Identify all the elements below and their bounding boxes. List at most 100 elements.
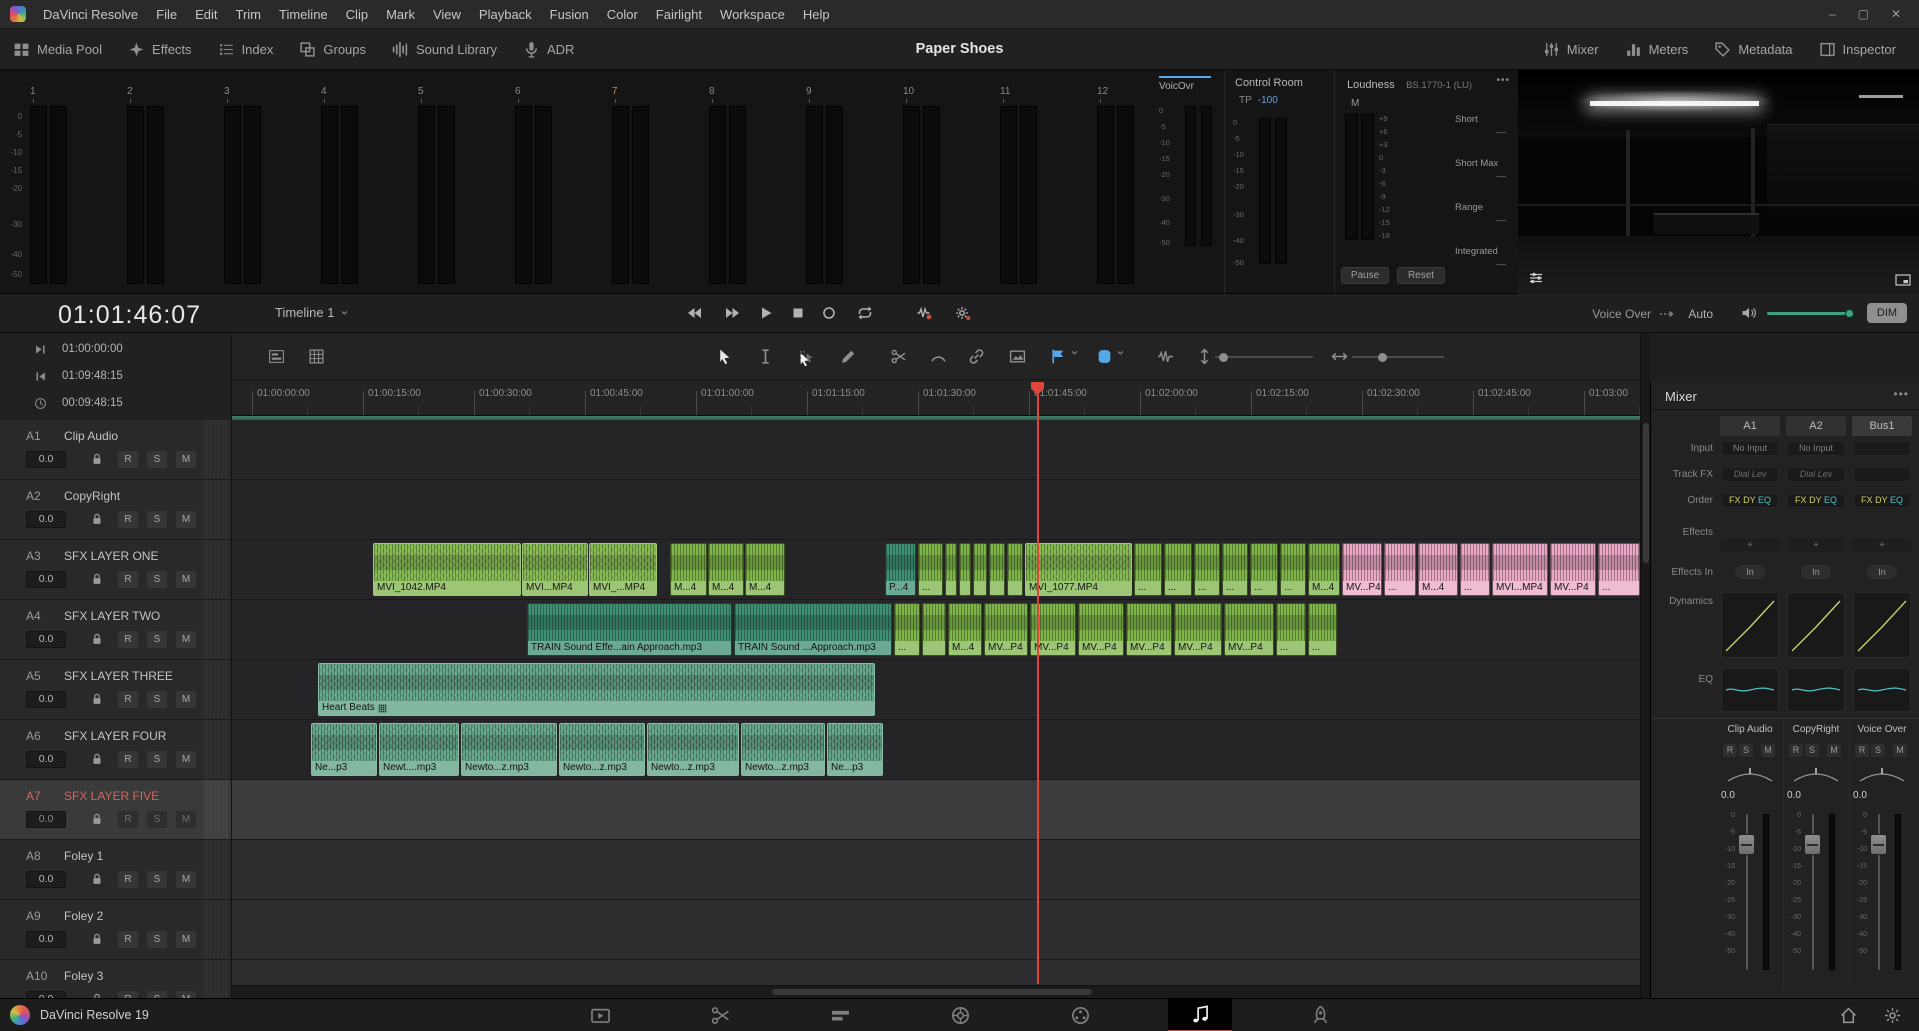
track-name[interactable]: SFX LAYER ONE bbox=[64, 549, 158, 563]
audio-clip[interactable]: Ne...p3 bbox=[827, 723, 883, 776]
menu-file[interactable]: File bbox=[147, 0, 186, 29]
reset-button[interactable]: Reset bbox=[1397, 267, 1445, 284]
track-record-arm-button[interactable]: R bbox=[118, 811, 138, 828]
track-name[interactable]: SFX LAYER THREE bbox=[64, 669, 173, 683]
audio-clip[interactable]: ... bbox=[1134, 543, 1162, 596]
audio-clip[interactable]: Heart Beats bbox=[318, 663, 875, 716]
strip-gain-value[interactable]: 0.0 bbox=[1721, 790, 1735, 801]
audio-clip[interactable]: Ne...p3 bbox=[311, 723, 377, 776]
track-header-a10[interactable]: A10Foley 30.0RSM bbox=[0, 960, 232, 998]
track-solo-button[interactable]: S bbox=[147, 811, 167, 828]
track-gain-value[interactable]: 0.0 bbox=[26, 931, 66, 948]
page-fusion[interactable] bbox=[928, 999, 992, 1031]
track-mute-button[interactable]: M bbox=[176, 811, 196, 828]
strip-mute-button[interactable]: M bbox=[1761, 744, 1775, 757]
track-lane-a3[interactable]: MVI_1042.MP4MVI...MP4MVI_...MP4M...4M...… bbox=[232, 540, 1640, 600]
lock-icon[interactable] bbox=[90, 872, 104, 886]
automation-strip[interactable] bbox=[203, 960, 228, 998]
track-lane-a4[interactable]: TRAIN Sound Effe...ain Approach.mp3TRAIN… bbox=[232, 600, 1640, 660]
effects-in-button[interactable]: In bbox=[1735, 565, 1765, 579]
flag-icon[interactable] bbox=[1050, 348, 1067, 365]
fader-handle[interactable] bbox=[1870, 834, 1887, 855]
track-mute-button[interactable]: M bbox=[176, 871, 196, 888]
audio-clip[interactable]: M...4 bbox=[1308, 543, 1340, 596]
track-mute-button[interactable]: M bbox=[176, 691, 196, 708]
strip-record-button[interactable]: R bbox=[1855, 744, 1869, 757]
audio-clip[interactable]: M...4 bbox=[708, 543, 744, 596]
audio-clip[interactable]: MV...P4 bbox=[1342, 543, 1382, 596]
strip-mute-button[interactable]: M bbox=[1893, 744, 1907, 757]
picture-in-picture-icon[interactable] bbox=[1895, 272, 1911, 288]
track-solo-button[interactable]: S bbox=[147, 571, 167, 588]
pan-control[interactable] bbox=[1855, 766, 1909, 784]
fast-forward-button[interactable] bbox=[725, 305, 741, 321]
audio-clip[interactable] bbox=[1007, 543, 1023, 596]
track-mute-button[interactable]: M bbox=[176, 511, 196, 528]
fader-handle[interactable] bbox=[1738, 834, 1755, 855]
audio-clip[interactable]: Newto...z.mp3 bbox=[559, 723, 645, 776]
loudness-menu-icon[interactable]: ••• bbox=[1496, 75, 1510, 86]
page-fairlight[interactable] bbox=[1168, 999, 1232, 1031]
audio-clip[interactable]: ... bbox=[1384, 543, 1416, 596]
menu-davinci-resolve[interactable]: DaVinci Resolve bbox=[34, 0, 147, 29]
track-mute-button[interactable]: M bbox=[176, 571, 196, 588]
automation-strip[interactable] bbox=[203, 840, 228, 899]
page-edit[interactable] bbox=[808, 999, 872, 1031]
toolbar-button-meters[interactable]: Meters bbox=[1612, 29, 1702, 69]
dim-button[interactable]: DIM bbox=[1867, 303, 1907, 323]
timeline-ruler[interactable]: 01:00:00:0001:00:15:0001:00:30:0001:00:4… bbox=[232, 380, 1640, 416]
audio-clip[interactable]: ... bbox=[1308, 603, 1337, 656]
audio-clip[interactable]: ... bbox=[1194, 543, 1220, 596]
audio-clip[interactable] bbox=[922, 603, 946, 656]
menu-trim[interactable]: Trim bbox=[227, 0, 271, 29]
automation-strip[interactable] bbox=[203, 480, 228, 539]
speaker-icon[interactable] bbox=[1741, 305, 1757, 321]
add-effect-slot[interactable]: + bbox=[1853, 539, 1911, 552]
scrollbar-handle[interactable] bbox=[772, 989, 1092, 995]
audio-clip[interactable] bbox=[989, 543, 1005, 596]
lock-icon[interactable] bbox=[90, 632, 104, 646]
track-lane-a2[interactable] bbox=[232, 480, 1640, 540]
strip-record-button[interactable]: R bbox=[1789, 744, 1803, 757]
effects-in-button[interactable]: In bbox=[1867, 565, 1897, 579]
menu-clip[interactable]: Clip bbox=[337, 0, 377, 29]
track-gain-value[interactable]: 0.0 bbox=[26, 451, 66, 468]
audio-clip[interactable]: MVI...MP4 bbox=[1492, 543, 1548, 596]
audio-clip[interactable]: TRAIN Sound ...Approach.mp3 bbox=[734, 603, 892, 656]
lock-icon[interactable] bbox=[90, 932, 104, 946]
track-solo-button[interactable]: S bbox=[147, 991, 167, 998]
audio-clip[interactable]: M...4 bbox=[948, 603, 982, 656]
menu-fusion[interactable]: Fusion bbox=[541, 0, 598, 29]
track-name[interactable]: Clip Audio bbox=[64, 429, 118, 443]
home-icon[interactable] bbox=[1840, 1007, 1857, 1024]
track-record-arm-button[interactable]: R bbox=[118, 451, 138, 468]
track-lane-a6[interactable]: Ne...p3Newt....mp3Newto...z.mp3Newto...z… bbox=[232, 720, 1640, 780]
dynamics-graph[interactable] bbox=[1721, 592, 1779, 658]
maximize-button[interactable]: ▢ bbox=[1858, 7, 1869, 21]
audio-clip[interactable] bbox=[973, 543, 987, 596]
track-name[interactable]: Foley 1 bbox=[64, 849, 103, 863]
waveform-view-icon[interactable] bbox=[1157, 348, 1174, 365]
skipend-icon[interactable] bbox=[34, 343, 47, 356]
track-gain-value[interactable]: 0.0 bbox=[26, 811, 66, 828]
mixer-channel-tab-a2[interactable]: A2 bbox=[1786, 416, 1846, 436]
page-media[interactable] bbox=[568, 999, 632, 1031]
track-name[interactable]: Foley 2 bbox=[64, 909, 103, 923]
horizontal-zoom-icon[interactable] bbox=[1331, 348, 1348, 365]
skipstart-icon[interactable] bbox=[34, 370, 47, 383]
automation-strip[interactable] bbox=[203, 720, 228, 779]
track-record-arm-button[interactable]: R bbox=[118, 631, 138, 648]
track-solo-button[interactable]: S bbox=[147, 691, 167, 708]
track-name[interactable]: SFX LAYER FIVE bbox=[64, 789, 159, 803]
track-mute-button[interactable]: M bbox=[176, 631, 196, 648]
strip-gain-value[interactable]: 0.0 bbox=[1787, 790, 1801, 801]
menu-help[interactable]: Help bbox=[794, 0, 839, 29]
vertical-zoom-icon[interactable] bbox=[1196, 348, 1213, 365]
audio-clip[interactable]: MVI...MP4 bbox=[522, 543, 588, 596]
preview-settings-icon[interactable] bbox=[1528, 270, 1544, 286]
audio-clip[interactable]: ... bbox=[1222, 543, 1248, 596]
lock-icon[interactable] bbox=[90, 752, 104, 766]
track-lane-a8[interactable] bbox=[232, 840, 1640, 900]
menu-playback[interactable]: Playback bbox=[470, 0, 541, 29]
play-button[interactable] bbox=[758, 305, 774, 321]
